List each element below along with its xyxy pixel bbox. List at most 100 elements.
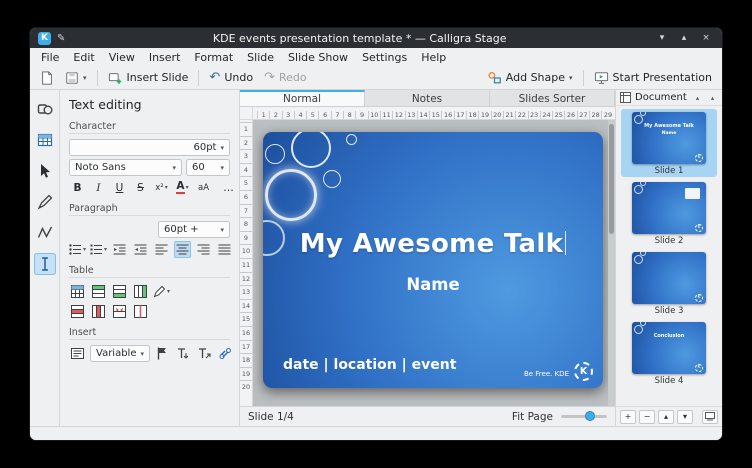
start-presentation-button[interactable]: Start Presentation xyxy=(590,69,716,87)
underline-button[interactable]: U xyxy=(111,179,128,196)
menu-item-format[interactable]: Format xyxy=(187,51,240,64)
bubble-decoration xyxy=(640,252,646,256)
slide-footer-text[interactable]: date | location | event xyxy=(283,357,456,373)
ruler-number: 15 xyxy=(240,312,252,326)
add-slide-button[interactable]: + xyxy=(620,410,636,424)
undo-icon: ↶ xyxy=(209,71,220,84)
canvas-scrollbar-thumb[interactable] xyxy=(609,124,614,234)
insert-row-above-button[interactable] xyxy=(90,283,107,300)
split-cells-button[interactable] xyxy=(132,303,149,320)
titlebar[interactable]: K ✎ KDE events presentation template * —… xyxy=(30,28,722,48)
ruler-number: 3 xyxy=(282,111,294,119)
kde-gear-logo-icon: K xyxy=(695,364,703,372)
insert-object-button[interactable] xyxy=(69,345,86,362)
slide-canvas[interactable]: My Awesome Talk Name date | location | e… xyxy=(253,120,615,406)
superscript-button[interactable]: x²▾ xyxy=(153,179,170,196)
ruler-number: 9 xyxy=(240,231,252,245)
insert-index-button[interactable] xyxy=(196,345,213,362)
slide-editor[interactable]: My Awesome Talk Name date | location | e… xyxy=(263,132,603,388)
selection-tool-button[interactable] xyxy=(34,160,56,182)
decrease-indent-button[interactable] xyxy=(111,241,128,258)
insert-footnote-button[interactable] xyxy=(175,345,192,362)
save-dropdown-arrow-icon[interactable]: ▾ xyxy=(83,74,87,82)
table-border-pen-button[interactable]: ▾ xyxy=(153,283,170,300)
zoom-slider-handle[interactable] xyxy=(585,411,595,421)
slide-thumbnail[interactable]: My Awesome TalkNameKSlide 1 xyxy=(621,109,717,177)
menu-item-help[interactable]: Help xyxy=(414,51,453,64)
statusbar: Slide 1/4 Fit Page xyxy=(240,406,615,426)
character-more-button[interactable]: … xyxy=(220,179,237,196)
zoom-mode-label[interactable]: Fit Page xyxy=(512,411,553,423)
slide-thumbnail[interactable]: KSlide 3 xyxy=(621,249,717,317)
zoom-slider[interactable] xyxy=(561,415,607,418)
merge-cells-button[interactable] xyxy=(111,303,128,320)
text-tool-button[interactable] xyxy=(34,253,56,275)
menu-item-settings[interactable]: Settings xyxy=(355,51,414,64)
insert-link-button[interactable] xyxy=(217,345,234,362)
panel-float-button[interactable]: ▴ xyxy=(692,94,703,102)
numbered-list-button[interactable]: ▾ xyxy=(90,241,107,258)
add-shape-button[interactable]: Add Shape ▾ xyxy=(483,69,577,87)
menu-item-view[interactable]: View xyxy=(102,51,142,64)
align-center-button[interactable] xyxy=(174,241,191,258)
bold-button[interactable]: B xyxy=(69,179,86,196)
delete-column-button[interactable] xyxy=(90,303,107,320)
ruler-number: 11 xyxy=(240,258,252,272)
new-document-button[interactable] xyxy=(36,69,58,87)
undo-button[interactable]: ↶ Undo xyxy=(205,69,257,86)
strikethrough-button[interactable]: S xyxy=(132,179,149,196)
ruler-number: 6 xyxy=(240,190,252,204)
slide-title-textbox[interactable]: My Awesome Talk xyxy=(263,229,603,259)
delete-slide-button[interactable]: − xyxy=(639,410,655,424)
maximize-button[interactable]: ▴ xyxy=(676,33,692,43)
slide-subtitle-textbox[interactable]: Name xyxy=(263,275,603,294)
bullet-list-button[interactable]: ▾ xyxy=(69,241,86,258)
table-tool-button[interactable] xyxy=(34,129,56,151)
minimize-button[interactable]: ▾ xyxy=(654,33,670,43)
italic-button[interactable]: I xyxy=(90,179,107,196)
font-color-button[interactable]: A▾ xyxy=(174,179,191,196)
canvas-scrollbar[interactable] xyxy=(608,120,615,406)
insert-slide-button[interactable]: Insert Slide xyxy=(104,69,193,87)
line-tool-button[interactable] xyxy=(34,191,56,213)
tab-notes[interactable]: Notes xyxy=(365,90,490,106)
insert-table-button[interactable] xyxy=(69,283,86,300)
move-slide-down-button[interactable]: ▾ xyxy=(677,410,693,424)
menu-item-slide-show[interactable]: Slide Show xyxy=(281,51,355,64)
flag-icon-button[interactable] xyxy=(154,345,171,362)
panel-collapse-button[interactable]: ▴ xyxy=(707,94,718,102)
character-size-combo[interactable]: 60pt ▾ xyxy=(69,139,230,156)
tab-slides-sorter[interactable]: Slides Sorter xyxy=(490,90,615,106)
insert-row-below-button[interactable] xyxy=(111,283,128,300)
slide-thumbnail[interactable]: KSlide 2 xyxy=(621,179,717,247)
font-family-combo[interactable]: Noto Sans ▾ xyxy=(69,159,182,176)
shapes-tool-button[interactable] xyxy=(34,98,56,120)
menu-item-slide[interactable]: Slide xyxy=(240,51,281,64)
font-size-combo[interactable]: 60 ▾ xyxy=(186,159,230,176)
slide-thumbnail-preview: K xyxy=(632,182,706,234)
increase-indent-button[interactable] xyxy=(132,241,149,258)
document-panel-header[interactable]: Document ▴ ▴ xyxy=(616,90,722,106)
slide-show-button[interactable] xyxy=(702,410,718,424)
redo-button[interactable]: ↷ Redo xyxy=(260,69,311,86)
ruler-number: 7 xyxy=(240,204,252,218)
save-button[interactable]: ▾ xyxy=(61,69,91,87)
delete-row-button[interactable] xyxy=(69,303,86,320)
change-case-button[interactable]: aA xyxy=(195,179,212,196)
move-slide-up-button[interactable]: ▴ xyxy=(658,410,674,424)
close-button[interactable]: × xyxy=(698,33,714,43)
freehand-path-tool-button[interactable] xyxy=(34,222,56,244)
ruler-number: 4 xyxy=(240,163,252,177)
align-left-button[interactable] xyxy=(153,241,170,258)
variable-combo[interactable]: Variable ▾ xyxy=(90,345,150,362)
ruler-number: 28 xyxy=(589,111,601,119)
align-justify-button[interactable] xyxy=(216,241,233,258)
align-right-button[interactable] xyxy=(195,241,212,258)
slide-thumbnail[interactable]: ConclusionKSlide 4 xyxy=(621,319,717,387)
tab-normal[interactable]: Normal xyxy=(240,90,365,106)
paragraph-size-combo[interactable]: 60pt + ▾ xyxy=(158,221,230,238)
menu-item-insert[interactable]: Insert xyxy=(142,51,188,64)
insert-column-button[interactable] xyxy=(132,283,149,300)
menu-item-file[interactable]: File xyxy=(34,51,66,64)
menu-item-edit[interactable]: Edit xyxy=(66,51,101,64)
